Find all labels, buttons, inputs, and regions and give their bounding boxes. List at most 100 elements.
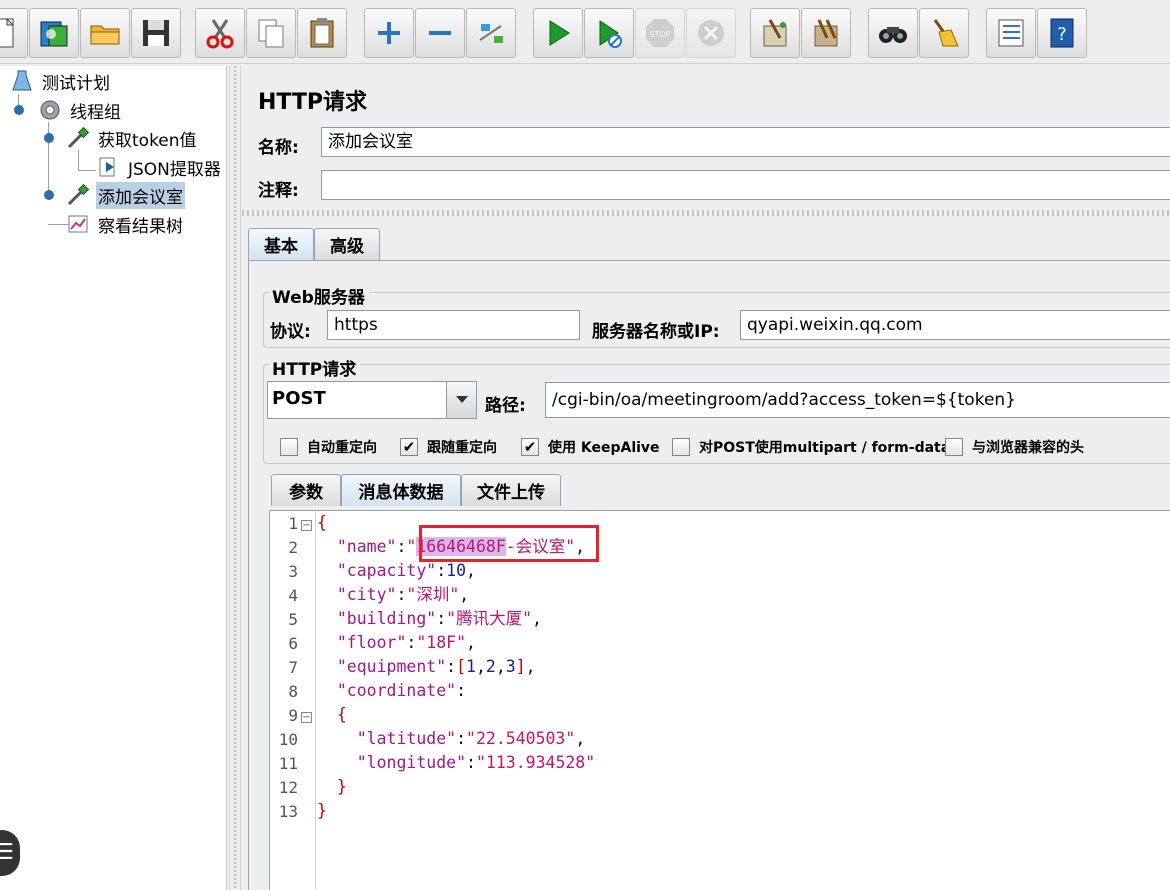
- toggle-button[interactable]: [466, 8, 516, 58]
- checkbox-label: 对POST使用multipart / form-data: [699, 440, 951, 456]
- protocol-label: 协议:: [270, 322, 311, 342]
- follow-redirect-checkbox[interactable]: ✔ 跟随重定向: [400, 436, 497, 458]
- expand-button[interactable]: [364, 8, 414, 58]
- extractor-icon: [99, 157, 115, 177]
- chart-icon: [68, 215, 88, 233]
- clear-all-button[interactable]: [801, 8, 851, 58]
- new-button[interactable]: [0, 8, 28, 58]
- checkbox-label: 跟随重定向: [427, 440, 497, 456]
- stop-button[interactable]: STOP: [635, 8, 685, 58]
- tab-params[interactable]: 参数: [271, 474, 341, 506]
- code-line: "coordinate":: [336, 681, 467, 700]
- code-line: {: [336, 705, 347, 724]
- browser-headers-checkbox[interactable]: 与浏览器兼容的头: [945, 436, 1084, 458]
- http-request-panel: HTTP请求 名称: 添加会议室 注释: 基本 高级 Web服务器 协议: ht…: [242, 66, 1170, 890]
- new-icon: [0, 17, 15, 48]
- shutdown-button[interactable]: [686, 8, 736, 58]
- path-input[interactable]: /cgi-bin/oa/meetingroom/add?access_token…: [545, 382, 1170, 418]
- line-number: 6: [288, 634, 298, 653]
- shutdown-icon: [698, 20, 724, 46]
- toolbar: STOP ?: [0, 0, 1170, 64]
- annotation-highlight-box: [419, 525, 599, 562]
- fold-toggle-icon[interactable]: −: [301, 520, 312, 531]
- stop-icon: STOP: [646, 19, 674, 47]
- server-label: 服务器名称或IP:: [592, 322, 720, 342]
- open-icon: [90, 25, 120, 45]
- checkbox-label: 与浏览器兼容的头: [972, 440, 1084, 456]
- line-number-gutter: 1 2 3 4 5 6 7 8 9 10 11 12 13 − −: [270, 511, 316, 890]
- tab-body-data[interactable]: 消息体数据: [341, 474, 461, 506]
- function-helper-icon: [998, 19, 1024, 47]
- http-request-title: HTTP请求: [268, 355, 361, 380]
- start-no-pause-button[interactable]: [584, 8, 634, 58]
- save-button[interactable]: [131, 8, 181, 58]
- tree-node-json-extractor[interactable]: JSON提取器: [96, 154, 223, 180]
- toggle-icon: [479, 24, 503, 43]
- path-label: 路径:: [485, 396, 526, 416]
- comment-input[interactable]: [321, 170, 1170, 200]
- search-button[interactable]: [868, 8, 918, 58]
- code-line: "city":"深圳",: [336, 585, 470, 604]
- tab-file-upload[interactable]: 文件上传: [461, 474, 561, 506]
- tree-toggle-get-token[interactable]: [44, 133, 54, 143]
- line-number: 12: [278, 778, 298, 797]
- method-dropdown-button[interactable]: [446, 382, 476, 418]
- tree-toggle-add-room[interactable]: [44, 190, 54, 200]
- tree-node-thread-group[interactable]: 线程组: [38, 97, 123, 123]
- line-number: 13: [278, 802, 298, 821]
- tab-basic[interactable]: 基本: [248, 228, 314, 260]
- clear-button[interactable]: [750, 8, 800, 58]
- multipart-checkbox[interactable]: 对POST使用multipart / form-data: [672, 436, 950, 458]
- auto-redirect-checkbox[interactable]: 自动重定向: [280, 436, 377, 458]
- start-icon: [549, 20, 570, 46]
- method-select[interactable]: POST: [267, 381, 477, 419]
- tree-node-label: JSON提取器: [128, 159, 221, 180]
- line-number: 10: [278, 730, 298, 749]
- function-helper-button[interactable]: [986, 8, 1036, 58]
- start-button[interactable]: [533, 8, 583, 58]
- search-icon: [879, 27, 907, 43]
- tree-toggle-thread-group[interactable]: [14, 105, 24, 115]
- code-line: {: [317, 513, 327, 532]
- cut-icon: [206, 19, 234, 49]
- tab-advanced[interactable]: 高级: [314, 228, 380, 260]
- line-number: 5: [288, 610, 298, 629]
- save-icon: [143, 20, 169, 46]
- code-line: }: [336, 777, 347, 796]
- open-button[interactable]: [80, 8, 130, 58]
- help-button[interactable]: ?: [1037, 8, 1087, 58]
- paste-button[interactable]: [297, 8, 347, 58]
- name-input[interactable]: 添加会议室: [321, 127, 1170, 157]
- line-number: 3: [288, 562, 298, 581]
- code-line: "capacity":10,: [336, 561, 476, 580]
- tree-node-label: 测试计划: [42, 73, 110, 94]
- code-line: }: [317, 801, 327, 820]
- templates-button[interactable]: [29, 8, 79, 58]
- tree-node-test-plan[interactable]: 测试计划: [10, 68, 112, 94]
- name-label: 名称:: [258, 138, 299, 158]
- code-line: "longitude":"113.934528": [356, 753, 596, 772]
- reset-search-button[interactable]: [919, 8, 969, 58]
- fold-toggle-icon[interactable]: −: [301, 712, 312, 723]
- tree-node-get-token[interactable]: 获取token值: [66, 125, 199, 151]
- keepalive-checkbox[interactable]: ✔ 使用 KeepAlive: [521, 436, 660, 458]
- line-number: 7: [288, 658, 298, 677]
- server-input[interactable]: qyapi.weixin.qq.com: [740, 310, 1170, 340]
- resize-divider[interactable]: [242, 210, 1170, 216]
- pipette-icon: [67, 183, 90, 206]
- test-plan-icon: [12, 70, 32, 91]
- tree-connector: [78, 170, 96, 171]
- protocol-input[interactable]: https: [327, 310, 580, 340]
- copy-button[interactable]: [246, 8, 296, 58]
- cut-button[interactable]: [195, 8, 245, 58]
- pipette-icon: [67, 126, 90, 149]
- pane-splitter[interactable]: [229, 66, 241, 890]
- collapse-button[interactable]: [415, 8, 465, 58]
- tree-connector: [78, 150, 79, 170]
- chevron-down-icon: [455, 396, 468, 403]
- body-data-editor[interactable]: 1 2 3 4 5 6 7 8 9 10 11 12 13 − − { "nam…: [269, 510, 1170, 890]
- help-icon: ?: [1050, 18, 1074, 48]
- tree-node-results-tree[interactable]: 察看结果树: [66, 211, 185, 237]
- tree-node-label: 添加会议室: [96, 181, 185, 209]
- tree-node-add-room[interactable]: 添加会议室: [66, 181, 185, 209]
